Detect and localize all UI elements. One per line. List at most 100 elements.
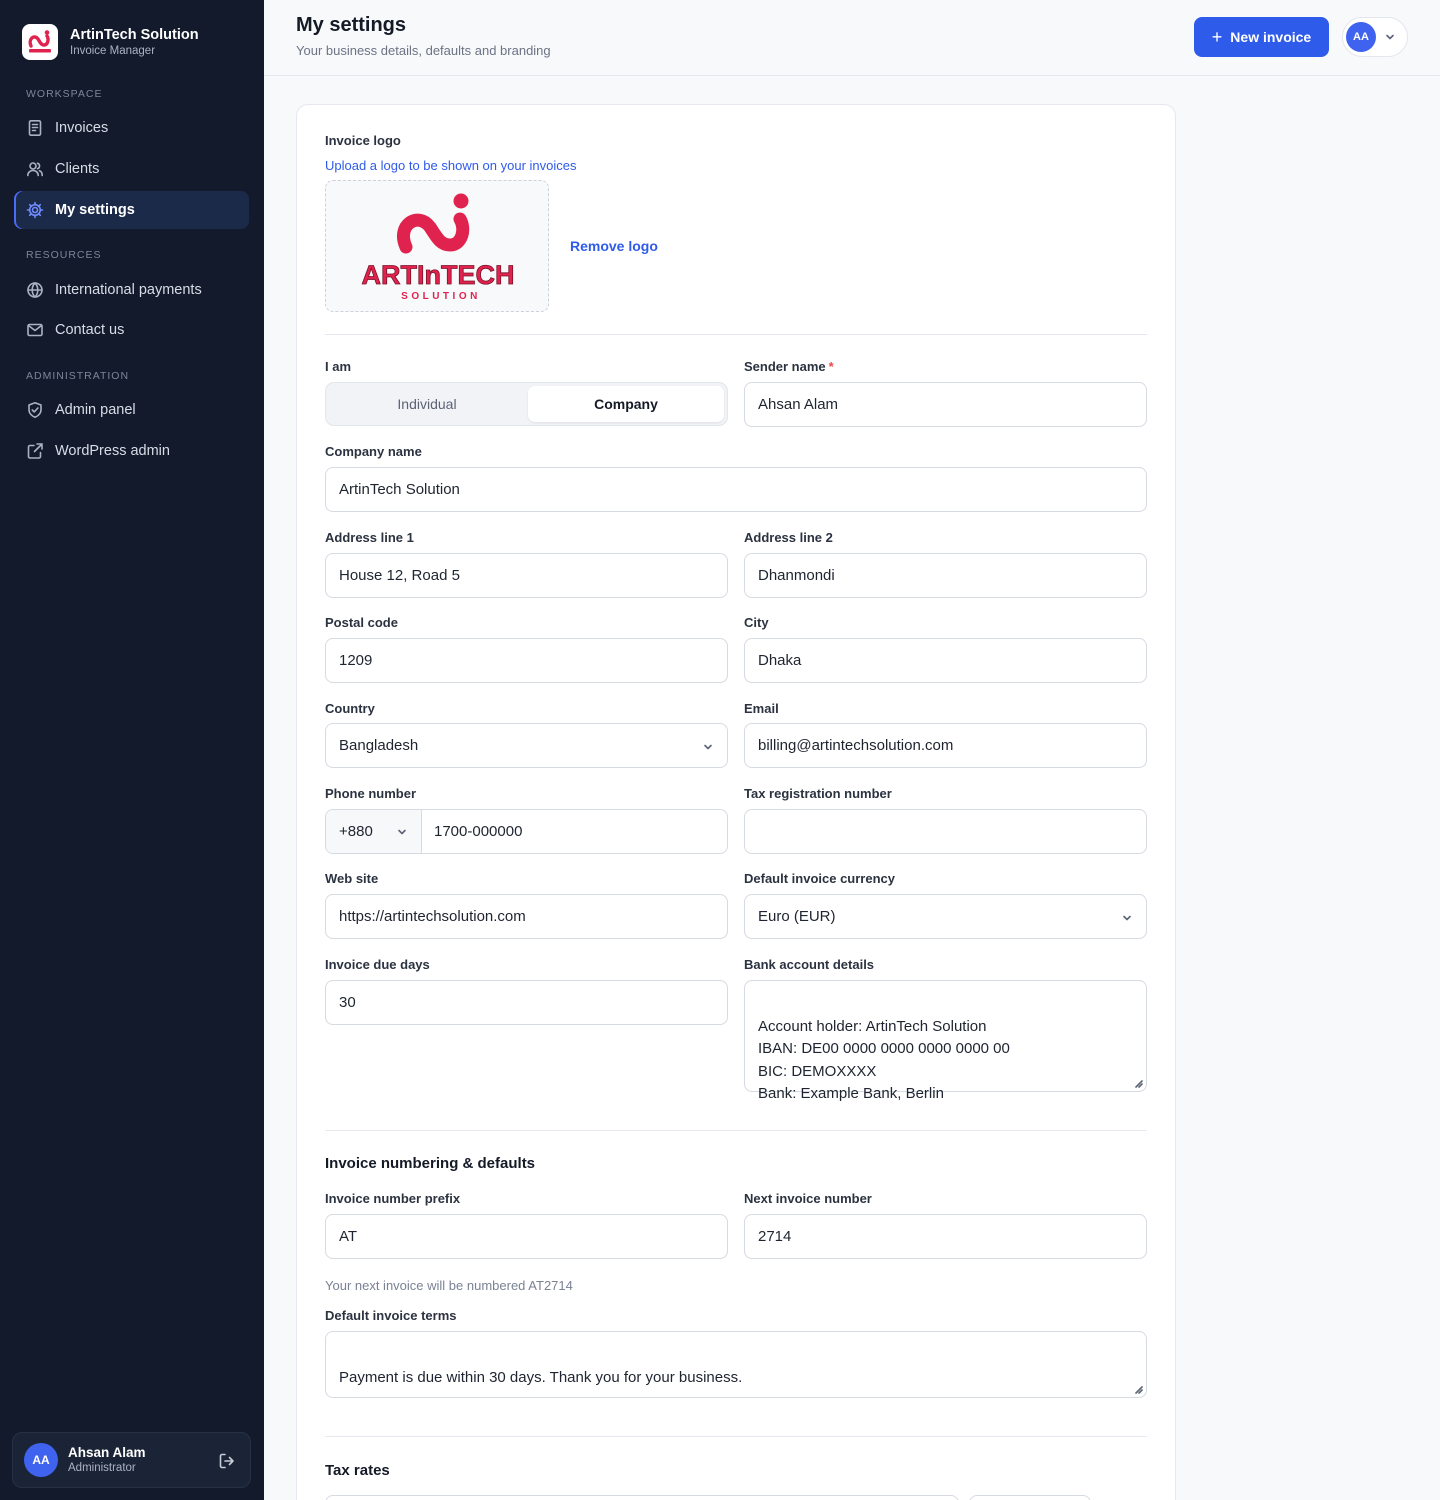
user-role: Administrator [68,1462,136,1474]
divider [325,1436,1147,1437]
logo-wordmark: ARTInTECH [362,260,515,290]
phone-country-code: +880 [339,823,373,840]
sidebar-item-my-settings[interactable]: My settings [14,191,249,229]
company-name-input[interactable]: ArtinTech Solution [325,467,1147,512]
email-label: Email [744,701,779,716]
mail-icon [27,323,43,337]
phone-number-field: +880 1700-000000 [325,809,728,854]
invoice-prefix-input[interactable]: AT [325,1214,728,1259]
page-title: My settings [296,14,407,36]
invoice-logo-help: Upload a logo to be shown on your invoic… [325,158,577,173]
plus-icon: + [1211,27,1223,47]
default-currency-select[interactable]: Euro (EUR) [744,894,1147,939]
city-input[interactable]: Dhaka [744,638,1147,683]
default-currency-label: Default invoice currency [744,871,895,886]
resize-handle-icon[interactable] [1135,1080,1143,1088]
phone-number-label: Phone number [325,786,417,801]
default-terms-label: Default invoice terms [325,1308,457,1323]
country-value: Bangladesh [339,737,419,754]
sidebar-item-wordpress-admin[interactable]: WordPress admin [14,432,249,470]
shield-icon [28,402,42,418]
invoice-prefix-label: Invoice number prefix [325,1191,461,1206]
external-link-icon [27,443,43,459]
gear-icon [26,201,44,219]
company-name-label: Company name [325,444,422,459]
sidebar-item-invoices[interactable]: Invoices [14,109,249,147]
country-label: Country [325,701,375,716]
logo-wordmark-sub: SOLUTION [401,291,481,302]
invoice-due-days-input[interactable]: 30 [325,980,728,1025]
divider [325,334,1147,335]
sidebar-item-label: Invoices [55,120,109,136]
sidebar-item-label: Admin panel [55,402,136,418]
chevron-down-icon [1385,32,1395,42]
nav-section-resources: RESOURCES [26,249,102,261]
sidebar-item-contact-us[interactable]: Contact us [14,311,249,349]
entity-option-company[interactable]: Company [528,386,724,422]
bank-details-textarea[interactable]: Account holder: ArtinTech Solution IBAN:… [744,980,1147,1102]
brand-title: ArtinTech Solution [70,27,199,43]
sidebar-item-label: International payments [55,282,202,298]
tax-rate-value-input[interactable] [969,1495,1091,1500]
sidebar-item-international-payments[interactable]: International payments [14,271,249,309]
users-icon [27,162,43,177]
phone-country-code-select[interactable]: +880 [326,810,422,853]
entity-option-individual[interactable]: Individual [329,386,525,422]
sidebar-item-clients[interactable]: Clients [14,150,249,188]
avatar[interactable]: AA [24,1443,58,1477]
tax-rates-section-title: Tax rates [325,1462,390,1479]
chevron-down-icon [1122,913,1132,923]
email-input[interactable]: billing@artintechsolution.com [744,723,1147,768]
next-invoice-number-label: Next invoice number [744,1191,872,1206]
country-select[interactable]: Bangladesh [325,723,728,768]
phone-number-input[interactable]: 1700-000000 [434,810,522,853]
sender-name-input[interactable]: Ahsan Alam [744,382,1147,427]
default-terms-value: Payment is due within 30 days. Thank you… [339,1368,743,1386]
default-terms-textarea[interactable]: Payment is due within 30 days. Thank you… [325,1331,1147,1398]
globe-icon [27,282,43,298]
postal-code-label: Postal code [325,615,398,630]
next-invoice-hint: Your next invoice will be numbered AT271… [325,1278,573,1293]
invoice-logo-label: Invoice logo [325,133,401,148]
tax-registration-input[interactable] [744,809,1147,854]
website-input[interactable]: https://artintechsolution.com [325,894,728,939]
address-line-2-input[interactable]: Dhanmondi [744,553,1147,598]
user-menu[interactable]: AA [1342,17,1408,57]
address-line-1-label: Address line 1 [325,530,414,545]
postal-code-input[interactable]: 1209 [325,638,728,683]
sidebar-user-card: AA Ahsan Alam Administrator [12,1432,251,1488]
new-invoice-label: New invoice [1230,29,1312,45]
divider [325,1130,1147,1131]
sidebar-item-label: WordPress admin [55,443,170,459]
bank-details-label: Bank account details [744,957,875,972]
entity-type-toggle: Individual Company [325,382,728,426]
avatar: AA [1346,22,1376,52]
logout-icon [219,1453,234,1469]
settings-card: Invoice logo Upload a logo to be shown o… [296,104,1176,1500]
sidebar-item-label: My settings [55,202,135,218]
tax-registration-label: Tax registration number [744,786,892,801]
resize-handle-icon[interactable] [1135,1386,1143,1394]
sidebar-item-label: Contact us [55,322,125,338]
address-line-1-input[interactable]: House 12, Road 5 [325,553,728,598]
address-line-2-label: Address line 2 [744,530,833,545]
brand[interactable]: ArtinTech Solution Invoice Manager [22,24,199,60]
sidebar: ArtinTech Solution Invoice Manager WORKS… [0,0,264,1500]
default-currency-value: Euro (EUR) [758,908,836,925]
user-name: Ahsan Alam [68,1445,146,1460]
chevron-down-icon [703,742,713,752]
i-am-label: I am [325,359,352,374]
chevron-down-icon [397,827,407,837]
nav-section-administration: ADMINISTRATION [26,370,130,382]
invoice-due-days-label: Invoice due days [325,957,430,972]
next-invoice-number-input[interactable]: 2714 [744,1214,1147,1259]
sidebar-item-label: Clients [55,161,100,177]
website-label: Web site [325,871,379,886]
sidebar-item-admin-panel[interactable]: Admin panel [14,391,249,429]
remove-logo-button[interactable]: Remove logo [570,238,658,254]
tax-rate-name-input[interactable] [325,1495,959,1500]
new-invoice-button[interactable]: + New invoice [1194,17,1329,57]
nav-section-workspace: WORKSPACE [26,88,103,100]
logout-button[interactable] [218,1452,236,1470]
logo-upload-dropzone[interactable]: ARTInTECH SOLUTION [325,180,549,312]
